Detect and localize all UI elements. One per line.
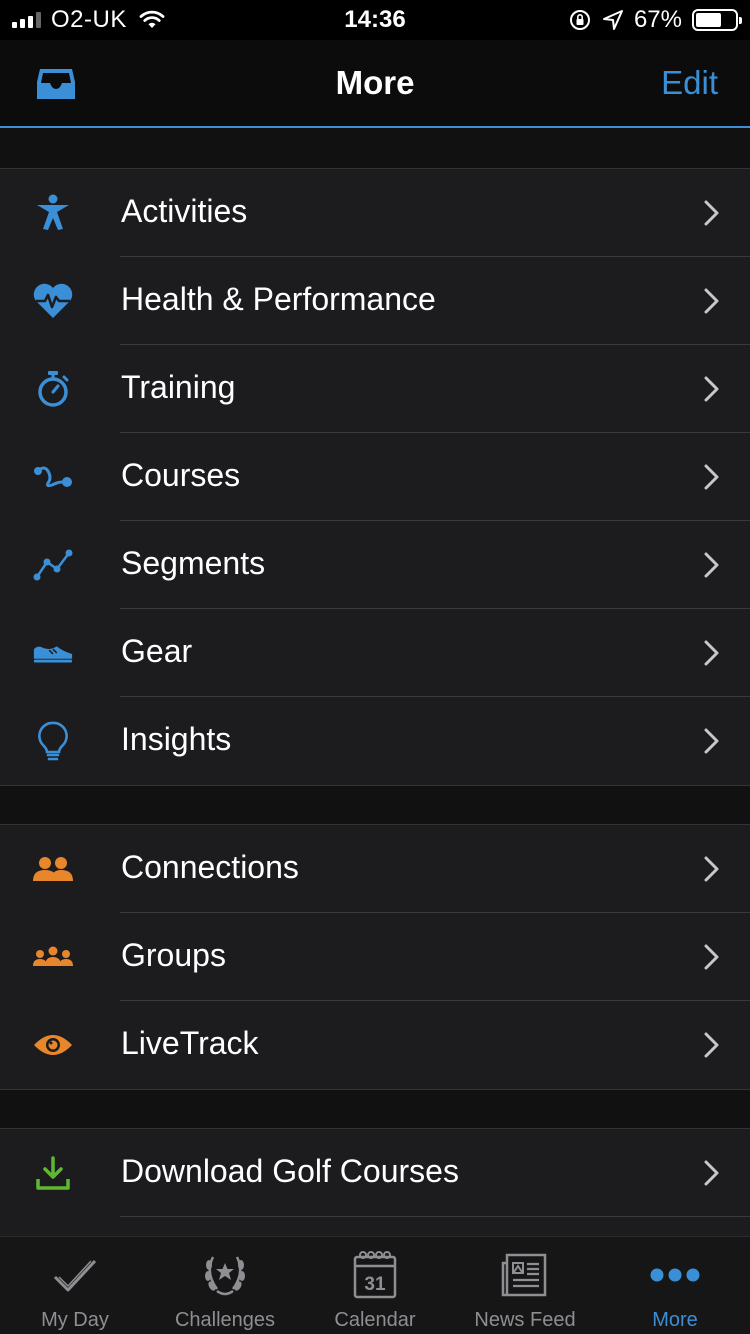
laurel-icon [205, 1256, 245, 1296]
menu-item-segments[interactable]: Segments [0, 521, 750, 609]
tab-news-feed[interactable]: News Feed [450, 1237, 600, 1334]
menu-item-label: Health & Performance [121, 281, 436, 317]
battery-percent: 67% [633, 6, 682, 33]
tab-label: Calendar [334, 1309, 416, 1331]
chevron-right-icon [704, 552, 719, 578]
chevron-right-icon [704, 1032, 719, 1058]
menu-group-social: Connections Groups LiveTrack [0, 824, 750, 1090]
tab-label: News Feed [474, 1309, 576, 1331]
checkmark-icon [53, 1259, 97, 1292]
menu-item-insights[interactable]: Insights [0, 697, 750, 785]
tab-challenges[interactable]: Challenges [150, 1237, 300, 1334]
newspaper-icon [501, 1253, 547, 1297]
shoe-icon [32, 633, 74, 673]
page-title: More [335, 64, 415, 101]
chevron-right-icon [704, 200, 719, 226]
eye-icon [32, 1025, 74, 1065]
menu-item-label: Activities [121, 193, 248, 229]
navigation-bar: More Edit [0, 40, 750, 128]
tab-label: Challenges [174, 1309, 276, 1331]
row-divider [120, 1216, 750, 1217]
menu-item-label: Insights [121, 721, 232, 757]
menu-item-livetrack[interactable]: LiveTrack [0, 1001, 750, 1089]
menu-item-training[interactable]: Training [0, 345, 750, 433]
menu-item-gear[interactable]: Gear [0, 609, 750, 697]
connections-icon [32, 849, 74, 889]
status-right: 67% [568, 6, 742, 34]
chevron-right-icon [704, 1160, 719, 1186]
calendar-day: 31 [364, 1274, 386, 1295]
menu-item-label: Connections [121, 849, 299, 885]
download-icon [32, 1153, 74, 1193]
menu-item-health-performance[interactable]: Health & Performance [0, 257, 750, 345]
menu-item-label: Training [121, 369, 236, 405]
menu-item-label: Gear [121, 633, 193, 669]
groups-icon [32, 937, 74, 977]
menu-item-label: LiveTrack [121, 1025, 259, 1061]
edit-button[interactable]: Edit [661, 64, 718, 102]
tab-label: My Day [41, 1309, 109, 1331]
location-arrow-icon [602, 10, 623, 30]
menu-item-connections[interactable]: Connections [0, 825, 750, 913]
menu-item-label: Courses [121, 457, 241, 493]
menu-item-label: Download Golf Courses [121, 1153, 459, 1189]
chevron-right-icon [704, 944, 719, 970]
battery-fill [696, 13, 722, 27]
chevron-right-icon [704, 464, 719, 490]
stopwatch-icon [32, 369, 74, 409]
status-bar: O2-UK 14:36 67% [0, 0, 750, 40]
chevron-right-icon [704, 288, 719, 314]
course-route-icon [32, 457, 74, 497]
menu-item-groups[interactable]: Groups [0, 913, 750, 1001]
lightbulb-icon [32, 721, 74, 761]
calendar-icon: 31 [353, 1251, 397, 1299]
tab-more[interactable]: More [600, 1237, 750, 1334]
menu-item-activities[interactable]: Activities [0, 169, 750, 257]
menu-item-label: Groups [121, 937, 226, 973]
menu-group-golf: Download Golf Courses [0, 1128, 750, 1238]
chevron-right-icon [704, 640, 719, 666]
battery-icon [692, 9, 742, 31]
activities-icon [32, 193, 74, 233]
rotation-lock-icon [569, 10, 590, 30]
tab-my-day[interactable]: My Day [0, 1237, 150, 1334]
more-dots-icon [650, 1268, 700, 1282]
chevron-right-icon [704, 856, 719, 882]
heart-rate-icon [32, 281, 74, 321]
chevron-right-icon [704, 376, 719, 402]
menu-item-label: Segments [121, 545, 266, 581]
tab-label: More [652, 1309, 698, 1331]
segments-icon [32, 545, 74, 585]
chevron-right-icon [704, 728, 719, 754]
tab-calendar[interactable]: 31 Calendar [300, 1237, 450, 1334]
menu-item-download-golf-courses[interactable]: Download Golf Courses [0, 1129, 750, 1217]
menu-group-primary: Activities Health & Performance Training [0, 168, 750, 786]
tab-bar: My Day Challenges 31 Calendar News Feed … [0, 1236, 750, 1334]
menu-item-courses[interactable]: Courses [0, 433, 750, 521]
